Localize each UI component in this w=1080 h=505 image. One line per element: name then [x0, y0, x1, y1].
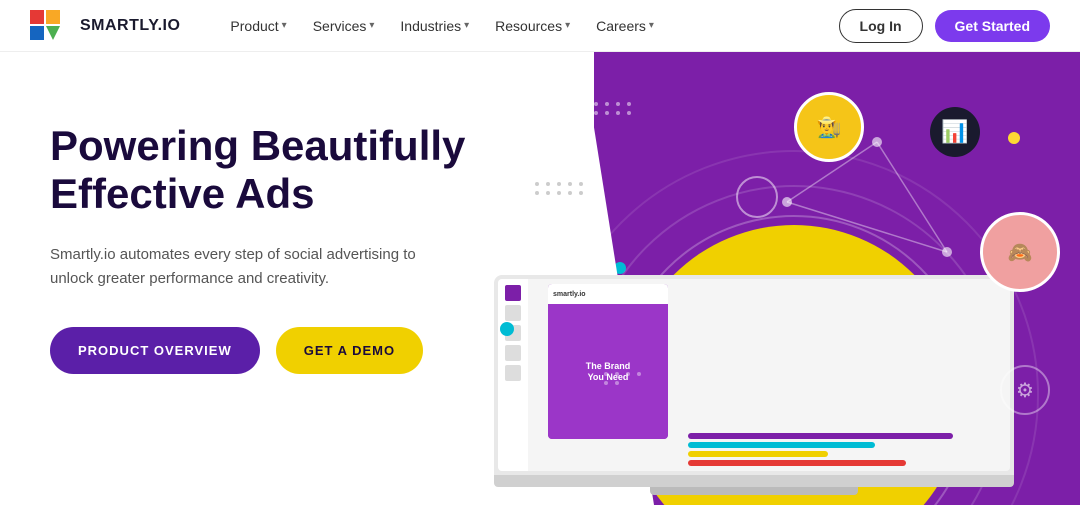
chevron-down-icon: ▾ — [464, 20, 469, 31]
nav-item-services[interactable]: Services ▾ — [303, 12, 385, 40]
hero-right: 👨‍🌾 🙈 📊 ⚙ — [594, 52, 1080, 505]
laptop-content: smartly.io The BrandYou Need — [528, 279, 1010, 471]
nav-item-resources[interactable]: Resources ▾ — [485, 12, 580, 40]
nav-item-industries[interactable]: Industries ▾ — [390, 12, 479, 40]
gear-circle: ⚙ — [1000, 365, 1050, 415]
product-overview-button[interactable]: PRODUCT OVERVIEW — [50, 327, 260, 374]
dots-grid-top — [594, 102, 633, 115]
avatar-top-center: 👨‍🌾 — [794, 92, 864, 162]
get-demo-button[interactable]: GET A DEMO — [276, 327, 423, 374]
avatar-right: 🙈 — [980, 212, 1060, 292]
dots-grid-bottom — [604, 372, 643, 385]
laptop-chart — [688, 433, 1000, 463]
nav-actions: Log In Get Started — [839, 9, 1050, 43]
laptop-screen: smartly.io The BrandYou Need — [494, 275, 1014, 475]
chevron-down-icon: ▾ — [649, 20, 654, 31]
dots-grid-center — [535, 182, 585, 195]
laptop-screen-inner: smartly.io The BrandYou Need — [498, 279, 1010, 471]
gear-icon: ⚙ — [1016, 378, 1034, 403]
hero-description: Smartly.io automates every step of socia… — [50, 243, 450, 291]
teal-dot-left — [500, 322, 514, 336]
login-button[interactable]: Log In — [839, 9, 923, 43]
ad-preview-header: smartly.io — [548, 284, 668, 304]
get-started-button[interactable]: Get Started — [935, 10, 1050, 42]
nav-links: Product ▾ Services ▾ Industries ▾ Resour… — [220, 12, 838, 40]
chevron-down-icon: ▾ — [369, 20, 374, 31]
logo-text: SMARTLY.IO — [80, 17, 180, 35]
bar-chart-icon: 📊 — [941, 119, 968, 145]
chevron-down-icon: ▾ — [282, 20, 287, 31]
chevron-down-icon: ▾ — [565, 20, 570, 31]
analytics-icon-badge: 📊 — [930, 107, 980, 157]
nav-item-product[interactable]: Product ▾ — [220, 12, 296, 40]
navbar: SMARTLY.IO Product ▾ Services ▾ Industri… — [0, 0, 1080, 52]
logo-icon — [30, 10, 72, 42]
logo[interactable]: SMARTLY.IO — [30, 10, 180, 42]
hero-title: Powering Beautifully Effective Ads — [50, 122, 530, 219]
hero-buttons: PRODUCT OVERVIEW GET A DEMO — [50, 327, 544, 374]
hero-section: Powering Beautifully Effective Ads Smart… — [0, 52, 1080, 505]
nav-item-careers[interactable]: Careers ▾ — [586, 12, 664, 40]
laptop-mockup: smartly.io The BrandYou Need — [494, 275, 1014, 495]
laptop-base — [494, 475, 1014, 487]
ad-preview-card: smartly.io The BrandYou Need — [548, 284, 668, 439]
laptop-stand — [650, 487, 858, 495]
laptop-sidebar — [498, 279, 528, 471]
